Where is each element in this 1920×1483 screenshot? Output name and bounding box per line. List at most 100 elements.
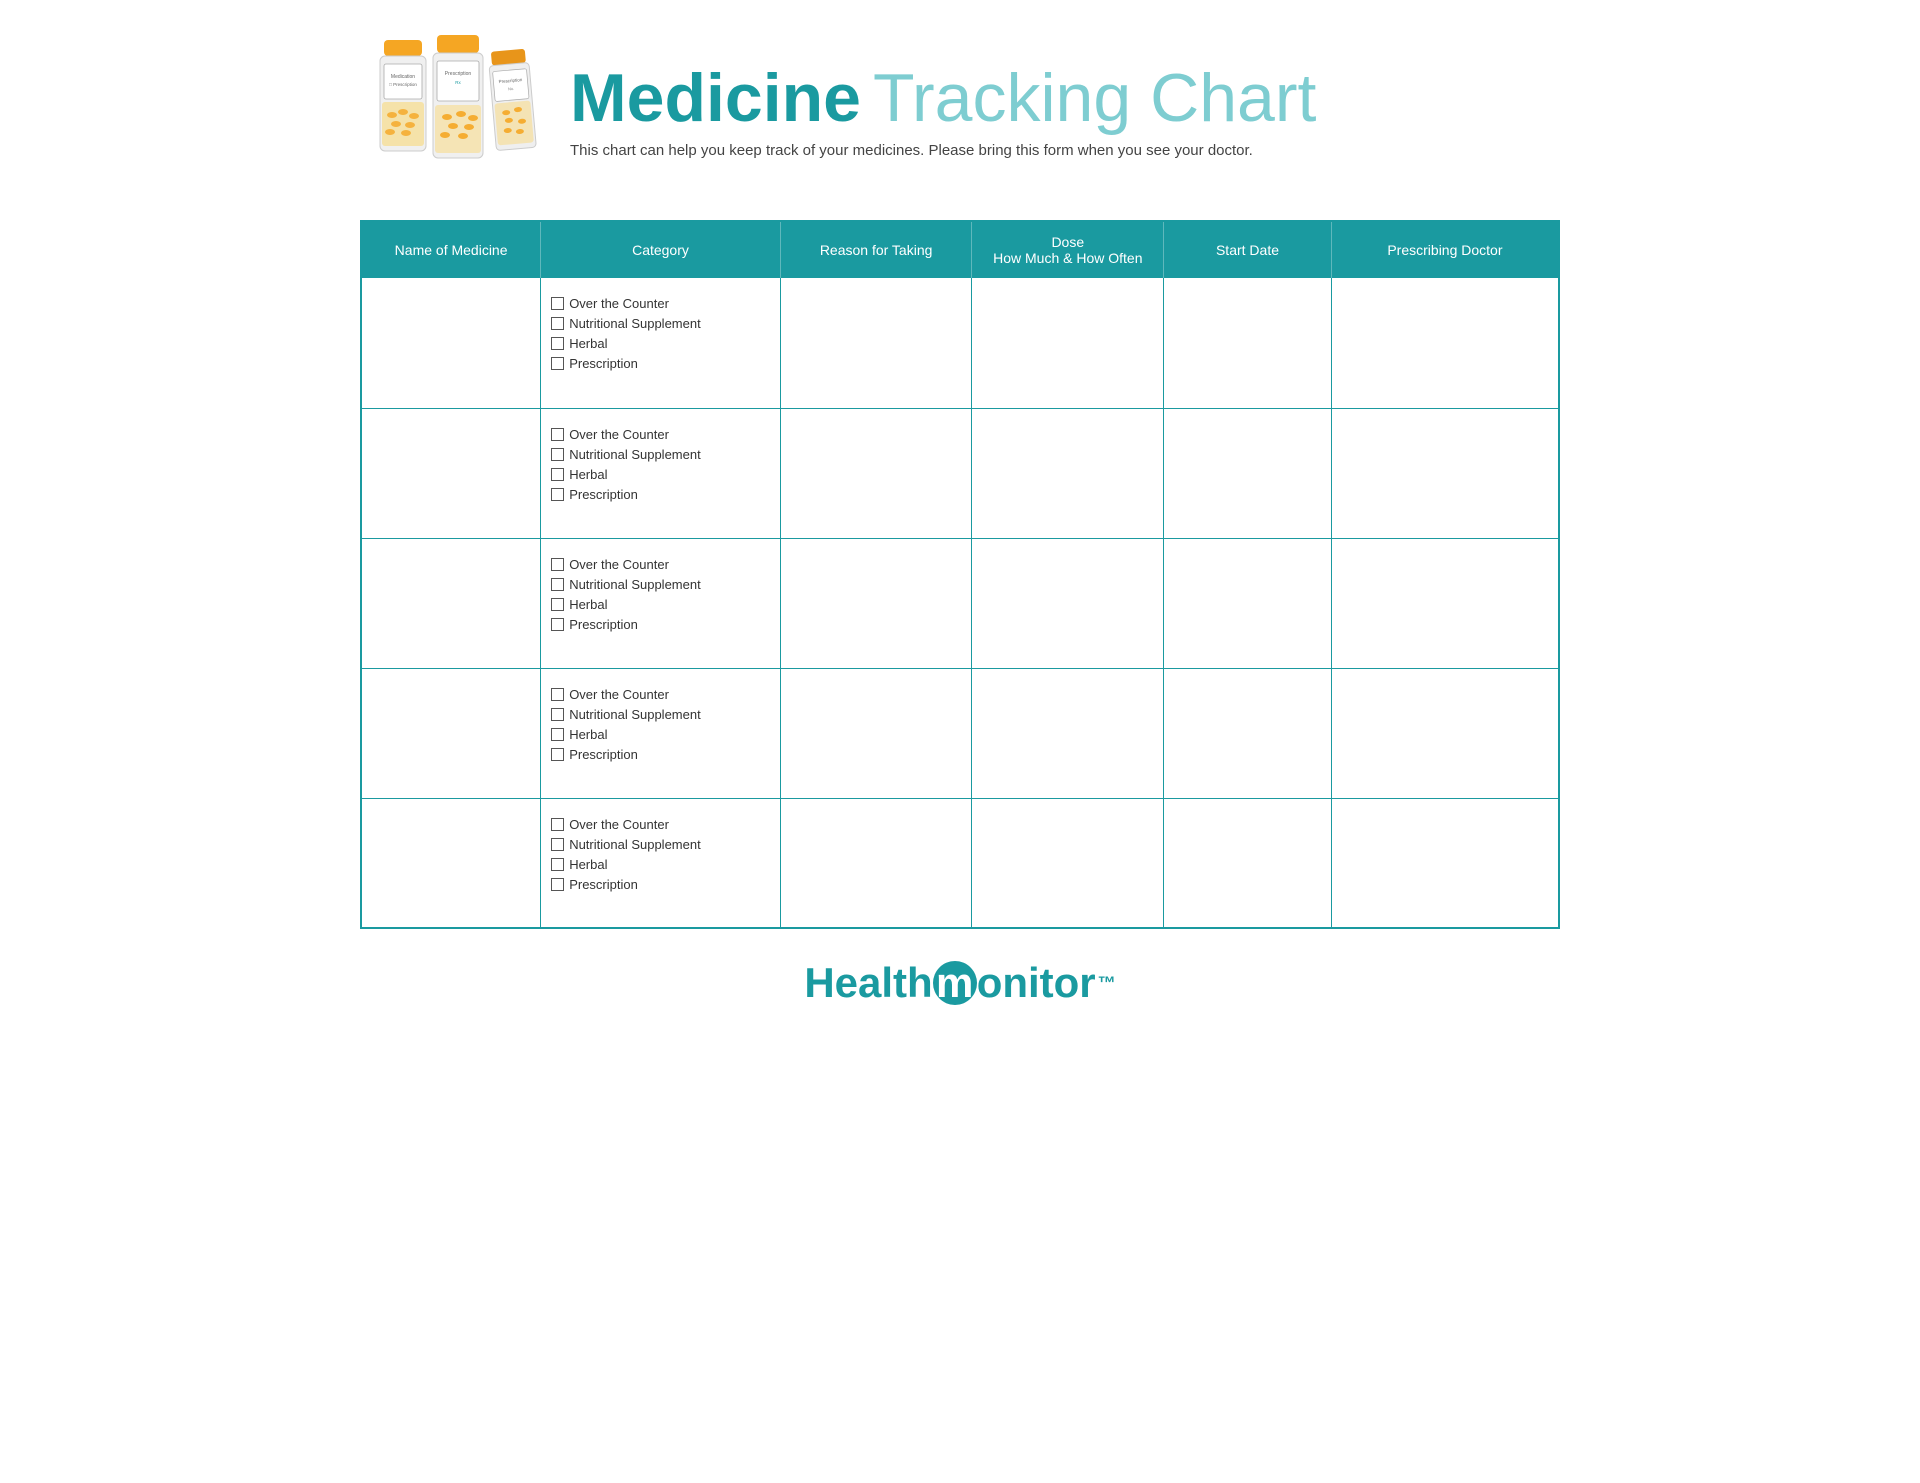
category-option-label: Nutritional Supplement (569, 316, 701, 331)
cell-medicine-name[interactable] (361, 668, 541, 798)
category-options-list: Over the Counter Nutritional Supplement He… (551, 813, 770, 892)
category-option[interactable]: Prescription (551, 487, 770, 502)
category-option[interactable]: Herbal (551, 336, 770, 351)
category-option-label: Herbal (569, 857, 607, 872)
cell-reason[interactable] (780, 668, 972, 798)
category-option-label: Over the Counter (569, 687, 669, 702)
header-row: Name of Medicine Category Reason for Tak… (361, 221, 1559, 278)
category-option[interactable]: Nutritional Supplement (551, 707, 770, 722)
cell-reason[interactable] (780, 538, 972, 668)
checkbox-icon[interactable] (551, 618, 564, 631)
cell-category: Over the Counter Nutritional Supplement He… (541, 278, 781, 408)
category-option-label: Herbal (569, 467, 607, 482)
checkbox-icon[interactable] (551, 818, 564, 831)
cell-dose[interactable] (972, 668, 1164, 798)
svg-text:No.: No. (508, 86, 515, 92)
category-option[interactable]: Over the Counter (551, 817, 770, 832)
table-row: Over the Counter Nutritional Supplement He… (361, 278, 1559, 408)
cell-dose[interactable] (972, 278, 1164, 408)
category-option-label: Prescription (569, 487, 638, 502)
category-option[interactable]: Nutritional Supplement (551, 837, 770, 852)
table-row: Over the Counter Nutritional Supplement He… (361, 798, 1559, 928)
cell-prescribing-doctor[interactable] (1331, 798, 1559, 928)
category-option[interactable]: Over the Counter (551, 557, 770, 572)
cell-medicine-name[interactable] (361, 798, 541, 928)
category-option[interactable]: Herbal (551, 467, 770, 482)
cell-medicine-name[interactable] (361, 278, 541, 408)
cell-start-date[interactable] (1164, 798, 1332, 928)
svg-text:Prescription: Prescription (445, 71, 472, 77)
cell-start-date[interactable] (1164, 278, 1332, 408)
checkbox-icon[interactable] (551, 468, 564, 481)
checkbox-icon[interactable] (551, 357, 564, 370)
col-header-reason: Reason for Taking (780, 221, 972, 278)
category-option[interactable]: Herbal (551, 727, 770, 742)
page-wrapper: Medication □ Prescription (360, 30, 1560, 1007)
cell-category: Over the Counter Nutritional Supplement He… (541, 408, 781, 538)
cell-medicine-name[interactable] (361, 408, 541, 538)
category-option-label: Herbal (569, 727, 607, 742)
cell-prescribing-doctor[interactable] (1331, 668, 1559, 798)
category-option[interactable]: Over the Counter (551, 427, 770, 442)
cell-dose[interactable] (972, 798, 1164, 928)
pill-bottles-illustration: Medication □ Prescription (360, 30, 550, 190)
category-option[interactable]: Over the Counter (551, 687, 770, 702)
cell-prescribing-doctor[interactable] (1331, 278, 1559, 408)
cell-start-date[interactable] (1164, 408, 1332, 538)
category-option[interactable]: Nutritional Supplement (551, 316, 770, 331)
category-option[interactable]: Herbal (551, 597, 770, 612)
category-options-list: Over the Counter Nutritional Supplement He… (551, 683, 770, 762)
cell-category: Over the Counter Nutritional Supplement He… (541, 538, 781, 668)
checkbox-icon[interactable] (551, 578, 564, 591)
cell-dose[interactable] (972, 408, 1164, 538)
cell-reason[interactable] (780, 798, 972, 928)
table-row: Over the Counter Nutritional Supplement He… (361, 408, 1559, 538)
checkbox-icon[interactable] (551, 337, 564, 350)
category-option[interactable]: Prescription (551, 747, 770, 762)
category-option-label: Nutritional Supplement (569, 577, 701, 592)
category-option[interactable]: Nutritional Supplement (551, 577, 770, 592)
checkbox-icon[interactable] (551, 428, 564, 441)
checkbox-icon[interactable] (551, 728, 564, 741)
category-option[interactable]: Prescription (551, 356, 770, 371)
category-option-label: Over the Counter (569, 427, 669, 442)
checkbox-icon[interactable] (551, 558, 564, 571)
checkbox-icon[interactable] (551, 858, 564, 871)
table-header: Name of Medicine Category Reason for Tak… (361, 221, 1559, 278)
category-option-label: Prescription (569, 617, 638, 632)
category-option[interactable]: Prescription (551, 617, 770, 632)
category-option[interactable]: Nutritional Supplement (551, 447, 770, 462)
category-option-label: Nutritional Supplement (569, 837, 701, 852)
checkbox-icon[interactable] (551, 688, 564, 701)
cell-prescribing-doctor[interactable] (1331, 538, 1559, 668)
checkbox-icon[interactable] (551, 708, 564, 721)
cell-reason[interactable] (780, 278, 972, 408)
checkbox-icon[interactable] (551, 598, 564, 611)
checkbox-icon[interactable] (551, 297, 564, 310)
category-option[interactable]: Over the Counter (551, 296, 770, 311)
category-option[interactable]: Herbal (551, 857, 770, 872)
cell-prescribing-doctor[interactable] (1331, 408, 1559, 538)
checkbox-icon[interactable] (551, 488, 564, 501)
checkbox-icon[interactable] (551, 448, 564, 461)
category-option-label: Herbal (569, 597, 607, 612)
cell-start-date[interactable] (1164, 538, 1332, 668)
checkbox-icon[interactable] (551, 317, 564, 330)
col-header-dose: DoseHow Much & How Often (972, 221, 1164, 278)
title-block: Medicine Tracking Chart This chart can h… (570, 61, 1316, 159)
category-options-list: Over the Counter Nutritional Supplement He… (551, 423, 770, 502)
category-option-label: Nutritional Supplement (569, 447, 701, 462)
checkbox-icon[interactable] (551, 748, 564, 761)
cell-reason[interactable] (780, 408, 972, 538)
category-option-label: Prescription (569, 747, 638, 762)
col-header-category: Category (541, 221, 781, 278)
cell-medicine-name[interactable] (361, 538, 541, 668)
cell-start-date[interactable] (1164, 668, 1332, 798)
checkbox-icon[interactable] (551, 838, 564, 851)
category-option-label: Over the Counter (569, 817, 669, 832)
cell-dose[interactable] (972, 538, 1164, 668)
category-option[interactable]: Prescription (551, 877, 770, 892)
checkbox-icon[interactable] (551, 878, 564, 891)
cell-category: Over the Counter Nutritional Supplement He… (541, 798, 781, 928)
logo-circle-m: m (933, 961, 977, 1005)
